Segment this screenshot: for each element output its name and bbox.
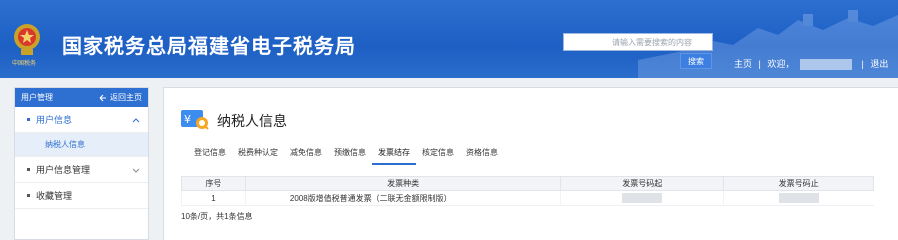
site-title: 国家税务总局福建省电子税务局 (62, 34, 356, 58)
sidebar-item-favorites[interactable]: 收藏管理 (15, 183, 148, 209)
welcome-text: 欢迎 (767, 59, 786, 69)
tax-emblem-icon (14, 24, 40, 55)
top-links: 主页 | 欢迎， | 退出 (734, 57, 889, 71)
site-header: 中国税务 国家税务总局福建省电子税务局 请输入需要搜索的内容 搜索 主页 | 欢… (0, 0, 898, 78)
back-arrow-icon (99, 94, 106, 101)
sidebar-item-user-info[interactable]: 用户信息 (15, 107, 148, 133)
tab-prepayment[interactable]: 预缴信息 (328, 147, 372, 165)
tab-assessment[interactable]: 核定信息 (416, 147, 460, 165)
chevron-down-icon (132, 168, 140, 173)
link-separator-2: | (861, 59, 864, 69)
redacted-value (778, 193, 819, 203)
svg-text:¥: ¥ (184, 113, 191, 126)
tab-tax-type[interactable]: 税费种认定 (232, 147, 284, 165)
invoice-type: 2008版增值税普通发票（二联无金额限制版） (244, 190, 561, 206)
logout-link[interactable]: 退出 (870, 57, 888, 70)
home-link[interactable]: 主页 (734, 57, 752, 70)
tab-bar: 登记信息 税费种认定 减免信息 预缴信息 发票结存 核定信息 资格信息 (188, 147, 504, 165)
row-index: 1 (181, 190, 246, 206)
sidebar-item-label: 用户信息 (36, 115, 73, 125)
column-header: 发票号码止 (723, 176, 874, 191)
sidebar-header: 用户管理 返回主页 (15, 88, 148, 107)
invoice-yen-icon: ¥ (181, 110, 209, 130)
bullet-icon (27, 194, 30, 197)
sidebar-item-label: 用户信息管理 (36, 165, 91, 175)
invoice-number-start (560, 190, 724, 206)
sidebar-subitem-taxpayer-info[interactable]: 纳税人信息 (15, 133, 148, 157)
pagination-info: 10条/页，共1条信息 (181, 212, 253, 221)
page-title: 纳税人信息 (217, 114, 287, 130)
tab-registration[interactable]: 登记信息 (188, 147, 232, 165)
main-panel: ¥ 纳税人信息 登记信息 税费种认定 减免信息 预缴信息 发票结存 核定信息 资… (163, 87, 898, 240)
column-header: 序号 (181, 176, 246, 191)
tab-exemption[interactable]: 减免信息 (284, 147, 328, 165)
link-separator: | (758, 59, 761, 69)
search-input[interactable]: 请输入需要搜索的内容 (563, 33, 713, 51)
sidebar-item-user-info-manage[interactable]: 用户信息管理 (15, 157, 148, 183)
back-home-label: 返回主页 (110, 93, 142, 102)
bullet-icon (27, 118, 30, 121)
bullet-icon (27, 168, 30, 171)
invoice-number-end (723, 190, 874, 206)
column-header: 发票种类 (244, 176, 562, 191)
back-home-button[interactable]: 返回主页 (99, 92, 142, 103)
tab-invoice-balance[interactable]: 发票结存 (372, 147, 416, 165)
table-row: 1 2008版增值税普通发票（二联无金额限制版） (181, 190, 874, 206)
table-header-row: 序号 发票种类 发票号码起 发票号码止 (181, 176, 874, 191)
search-button[interactable]: 搜索 (680, 53, 712, 69)
sidebar-title: 用户管理 (21, 93, 53, 102)
emblem-caption: 中国税务 (12, 60, 37, 67)
redacted-value (622, 193, 663, 203)
tab-qualification[interactable]: 资格信息 (460, 147, 504, 165)
sidebar-item-label: 收藏管理 (36, 191, 73, 201)
invoice-table: 序号 发票种类 发票号码起 发票号码止 1 2008版增值税普通发票（二联无金额… (181, 176, 874, 206)
column-header: 发票号码起 (560, 176, 725, 191)
username-redacted (799, 59, 852, 71)
chevron-up-icon (132, 117, 140, 122)
sidebar: 用户管理 返回主页 用户信息 纳税人信息 用户信息管理 收藏管理 (14, 87, 149, 240)
